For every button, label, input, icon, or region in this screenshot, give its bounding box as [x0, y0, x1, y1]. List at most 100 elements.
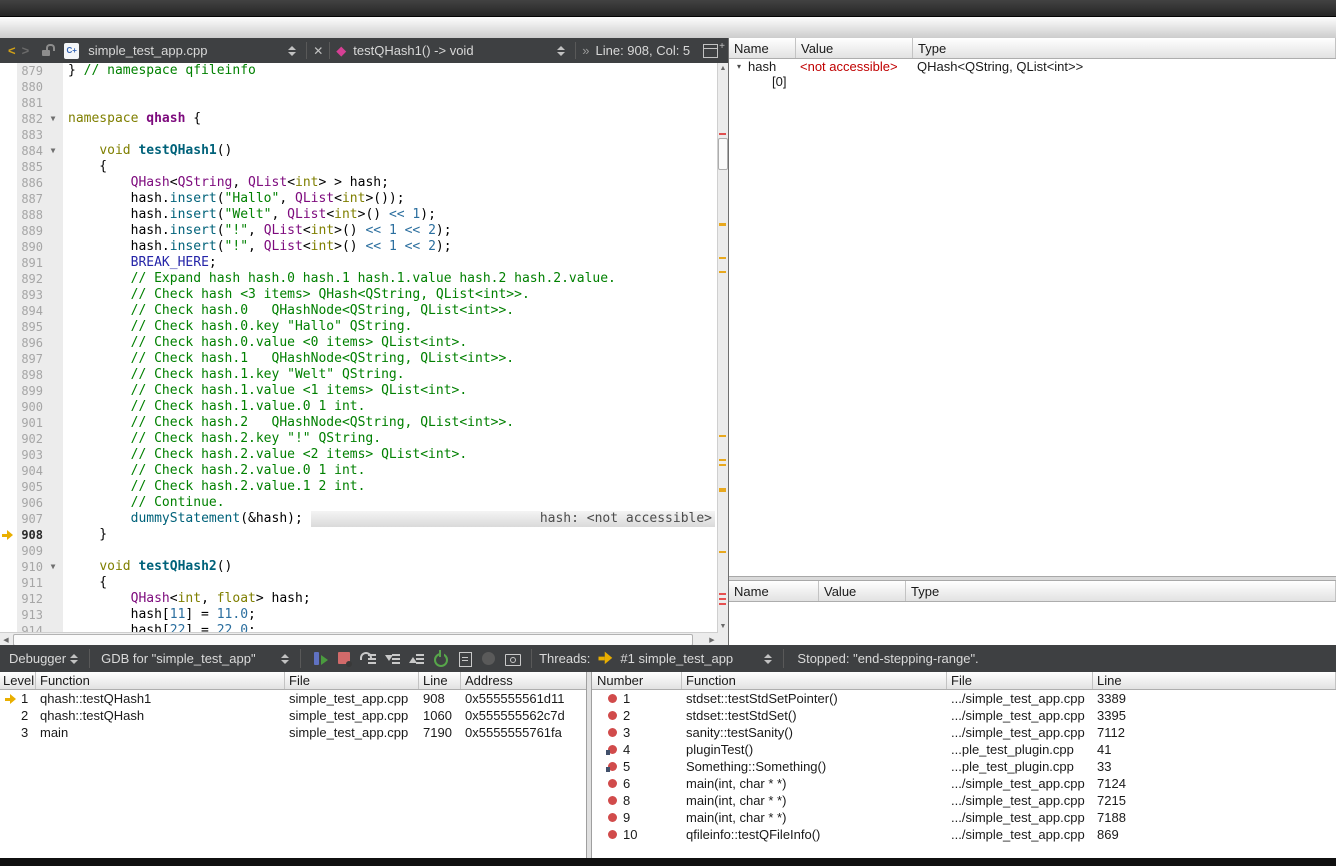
vertical-scrollbar-thumb[interactable] — [718, 138, 728, 170]
watch-column-type[interactable]: Type — [906, 581, 1336, 601]
stack-column-level[interactable]: Level — [0, 672, 36, 689]
breakpoint-margin[interactable] — [0, 143, 17, 159]
code-line[interactable]: 892 // Expand hash hash.0 hash.1 hash.1.… — [0, 271, 718, 287]
breakpoint-margin[interactable] — [0, 495, 17, 511]
breakpoint-margin[interactable] — [0, 431, 17, 447]
code-line[interactable]: 900 // Check hash.1.value.0 1 int. — [0, 399, 718, 415]
code-line[interactable]: 890 hash.insert("!", QList<int>() << 1 <… — [0, 239, 718, 255]
breakpoint-margin[interactable] — [0, 79, 17, 95]
editor-gutter[interactable]: 886 — [17, 175, 63, 191]
breakpoint-margin[interactable] — [0, 255, 17, 271]
editor-gutter[interactable]: 913 — [17, 607, 63, 623]
code-line[interactable]: 897 // Check hash.1 QHashNode<QString, Q… — [0, 351, 718, 367]
code-line[interactable]: 891 BREAK_HERE; — [0, 255, 718, 271]
editor-gutter[interactable]: 909 — [17, 543, 63, 559]
editor-gutter[interactable]: 906 — [17, 495, 63, 511]
back-icon[interactable]: < — [8, 43, 16, 58]
breakpoint-row[interactable]: 10qfileinfo::testQFileInfo().../simple_t… — [592, 826, 1336, 843]
thread-selector[interactable]: #1 simple_test_app — [620, 651, 760, 666]
breakpoint-margin[interactable] — [0, 159, 17, 175]
stack-row[interactable]: 3mainsimple_test_app.cpp71900x5555555761… — [0, 724, 588, 741]
breakpoints-column-function[interactable]: Function — [682, 672, 947, 689]
code-line[interactable]: 910▼ void testQHash2() — [0, 559, 718, 575]
code-editor[interactable]: 879} // namespace qfileinfo880881882▼nam… — [0, 63, 718, 632]
code-line[interactable]: 899 // Check hash.1.value <1 items> QLis… — [0, 383, 718, 399]
editor-gutter[interactable]: 910▼ — [17, 559, 63, 575]
code-line[interactable]: 905 // Check hash.2.value.1 2 int. — [0, 479, 718, 495]
editor-gutter[interactable]: 897 — [17, 351, 63, 367]
breakpoint-margin[interactable] — [0, 623, 17, 632]
restart-icon[interactable] — [430, 648, 451, 669]
editor-gutter[interactable]: 896 — [17, 335, 63, 351]
code-line[interactable]: 912 QHash<int, float> hash; — [0, 591, 718, 607]
breakpoint-margin[interactable] — [0, 127, 17, 143]
editor-gutter[interactable]: 890 — [17, 239, 63, 255]
window-titlebar[interactable] — [0, 0, 1336, 17]
watch-column-name[interactable]: Name — [729, 581, 819, 601]
breakpoint-margin[interactable] — [0, 335, 17, 351]
breakpoint-margin[interactable] — [0, 111, 17, 127]
lock-icon[interactable] — [41, 44, 54, 58]
breakpoint-margin[interactable] — [0, 543, 17, 559]
breakpoint-margin[interactable] — [0, 479, 17, 495]
editor-gutter[interactable]: 887 — [17, 191, 63, 207]
breakpoint-margin[interactable] — [0, 175, 17, 191]
breakpoint-row[interactable]: 2stdset::testStdSet().../simple_test_app… — [592, 707, 1336, 724]
editor-gutter[interactable]: 904 — [17, 463, 63, 479]
code-line[interactable]: 883 — [0, 127, 718, 143]
thread-updown-icon[interactable] — [764, 654, 772, 664]
code-line[interactable]: 913 hash[11] = 11.0; — [0, 607, 718, 623]
fold-marker-icon[interactable]: ▼ — [43, 143, 63, 159]
code-line[interactable]: 879} // namespace qfileinfo — [0, 63, 718, 79]
symbol-selector[interactable]: testQHash1() -> void — [353, 43, 553, 58]
step-into-icon[interactable] — [382, 648, 403, 669]
breakpoint-margin[interactable] — [0, 223, 17, 239]
breakpoint-margin[interactable] — [0, 607, 17, 623]
stack-row[interactable]: 2qhash::testQHashsimple_test_app.cpp1060… — [0, 707, 588, 724]
editor-gutter[interactable]: 895 — [17, 319, 63, 335]
breakpoint-margin[interactable] — [0, 527, 17, 543]
editor-gutter[interactable]: 911 — [17, 575, 63, 591]
breakpoint-margin[interactable] — [0, 399, 17, 415]
stack-column-address[interactable]: Address — [461, 672, 588, 689]
engine-selector[interactable]: GDB for "simple_test_app" — [101, 651, 277, 666]
breakpoint-row[interactable]: 9main(int, char * *).../simple_test_app.… — [592, 809, 1336, 826]
record-icon[interactable] — [478, 648, 499, 669]
split-editor-icon[interactable] — [703, 44, 718, 58]
code-line[interactable]: 902 // Check hash.2.key "!" QString. — [0, 431, 718, 447]
fold-marker-icon[interactable]: ▼ — [43, 559, 63, 575]
breakpoints-column-number[interactable]: Number — [592, 672, 682, 689]
editor-gutter[interactable]: 914 — [17, 623, 63, 632]
code-line[interactable]: 887 hash.insert("Hallo", QList<int>()); — [0, 191, 718, 207]
locals-row[interactable]: [0] — [729, 74, 1336, 89]
document-updown-icon[interactable] — [288, 46, 296, 56]
breakpoint-row[interactable]: 4pluginTest()...ple_test_plugin.cpp41 — [592, 741, 1336, 758]
code-line[interactable]: 884▼ void testQHash1() — [0, 143, 718, 159]
locals-row[interactable]: ▾hash<not accessible>QHash<QString, QLis… — [729, 59, 1336, 74]
symbol-updown-icon[interactable] — [557, 46, 565, 56]
editor-horizontal-scrollbar[interactable]: ◀ ▶ — [0, 632, 718, 646]
code-line[interactable]: 896 // Check hash.0.value <0 items> QLis… — [0, 335, 718, 351]
locals-column-value[interactable]: Value — [796, 38, 913, 58]
interrupt-icon[interactable] — [334, 648, 355, 669]
breakpoint-margin[interactable] — [0, 367, 17, 383]
editor-vertical-scrollbar[interactable]: ▲ ▼ — [717, 63, 728, 632]
stack-column-file[interactable]: File — [285, 672, 419, 689]
scroll-down-icon[interactable]: ▼ — [718, 621, 728, 632]
stack-row[interactable]: 1qhash::testQHash1simple_test_app.cpp908… — [0, 690, 588, 707]
step-out-icon[interactable] — [406, 648, 427, 669]
editor-gutter[interactable]: 898 — [17, 367, 63, 383]
code-line[interactable]: 893 // Check hash <3 items> QHash<QStrin… — [0, 287, 718, 303]
editor-gutter[interactable]: 880 — [17, 79, 63, 95]
editor-gutter[interactable]: 899 — [17, 383, 63, 399]
scroll-up-icon[interactable]: ▲ — [718, 63, 728, 74]
breakpoint-margin[interactable] — [0, 383, 17, 399]
breakpoints-column-file[interactable]: File — [947, 672, 1093, 689]
code-line[interactable]: 911 { — [0, 575, 718, 591]
editor-gutter[interactable]: 885 — [17, 159, 63, 175]
code-line[interactable]: 880 — [0, 79, 718, 95]
debugger-updown-icon[interactable] — [70, 654, 78, 664]
editor-gutter[interactable]: 892 — [17, 271, 63, 287]
code-line[interactable]: 901 // Check hash.2 QHashNode<QString, Q… — [0, 415, 718, 431]
code-line[interactable]: 908 } — [0, 527, 718, 543]
